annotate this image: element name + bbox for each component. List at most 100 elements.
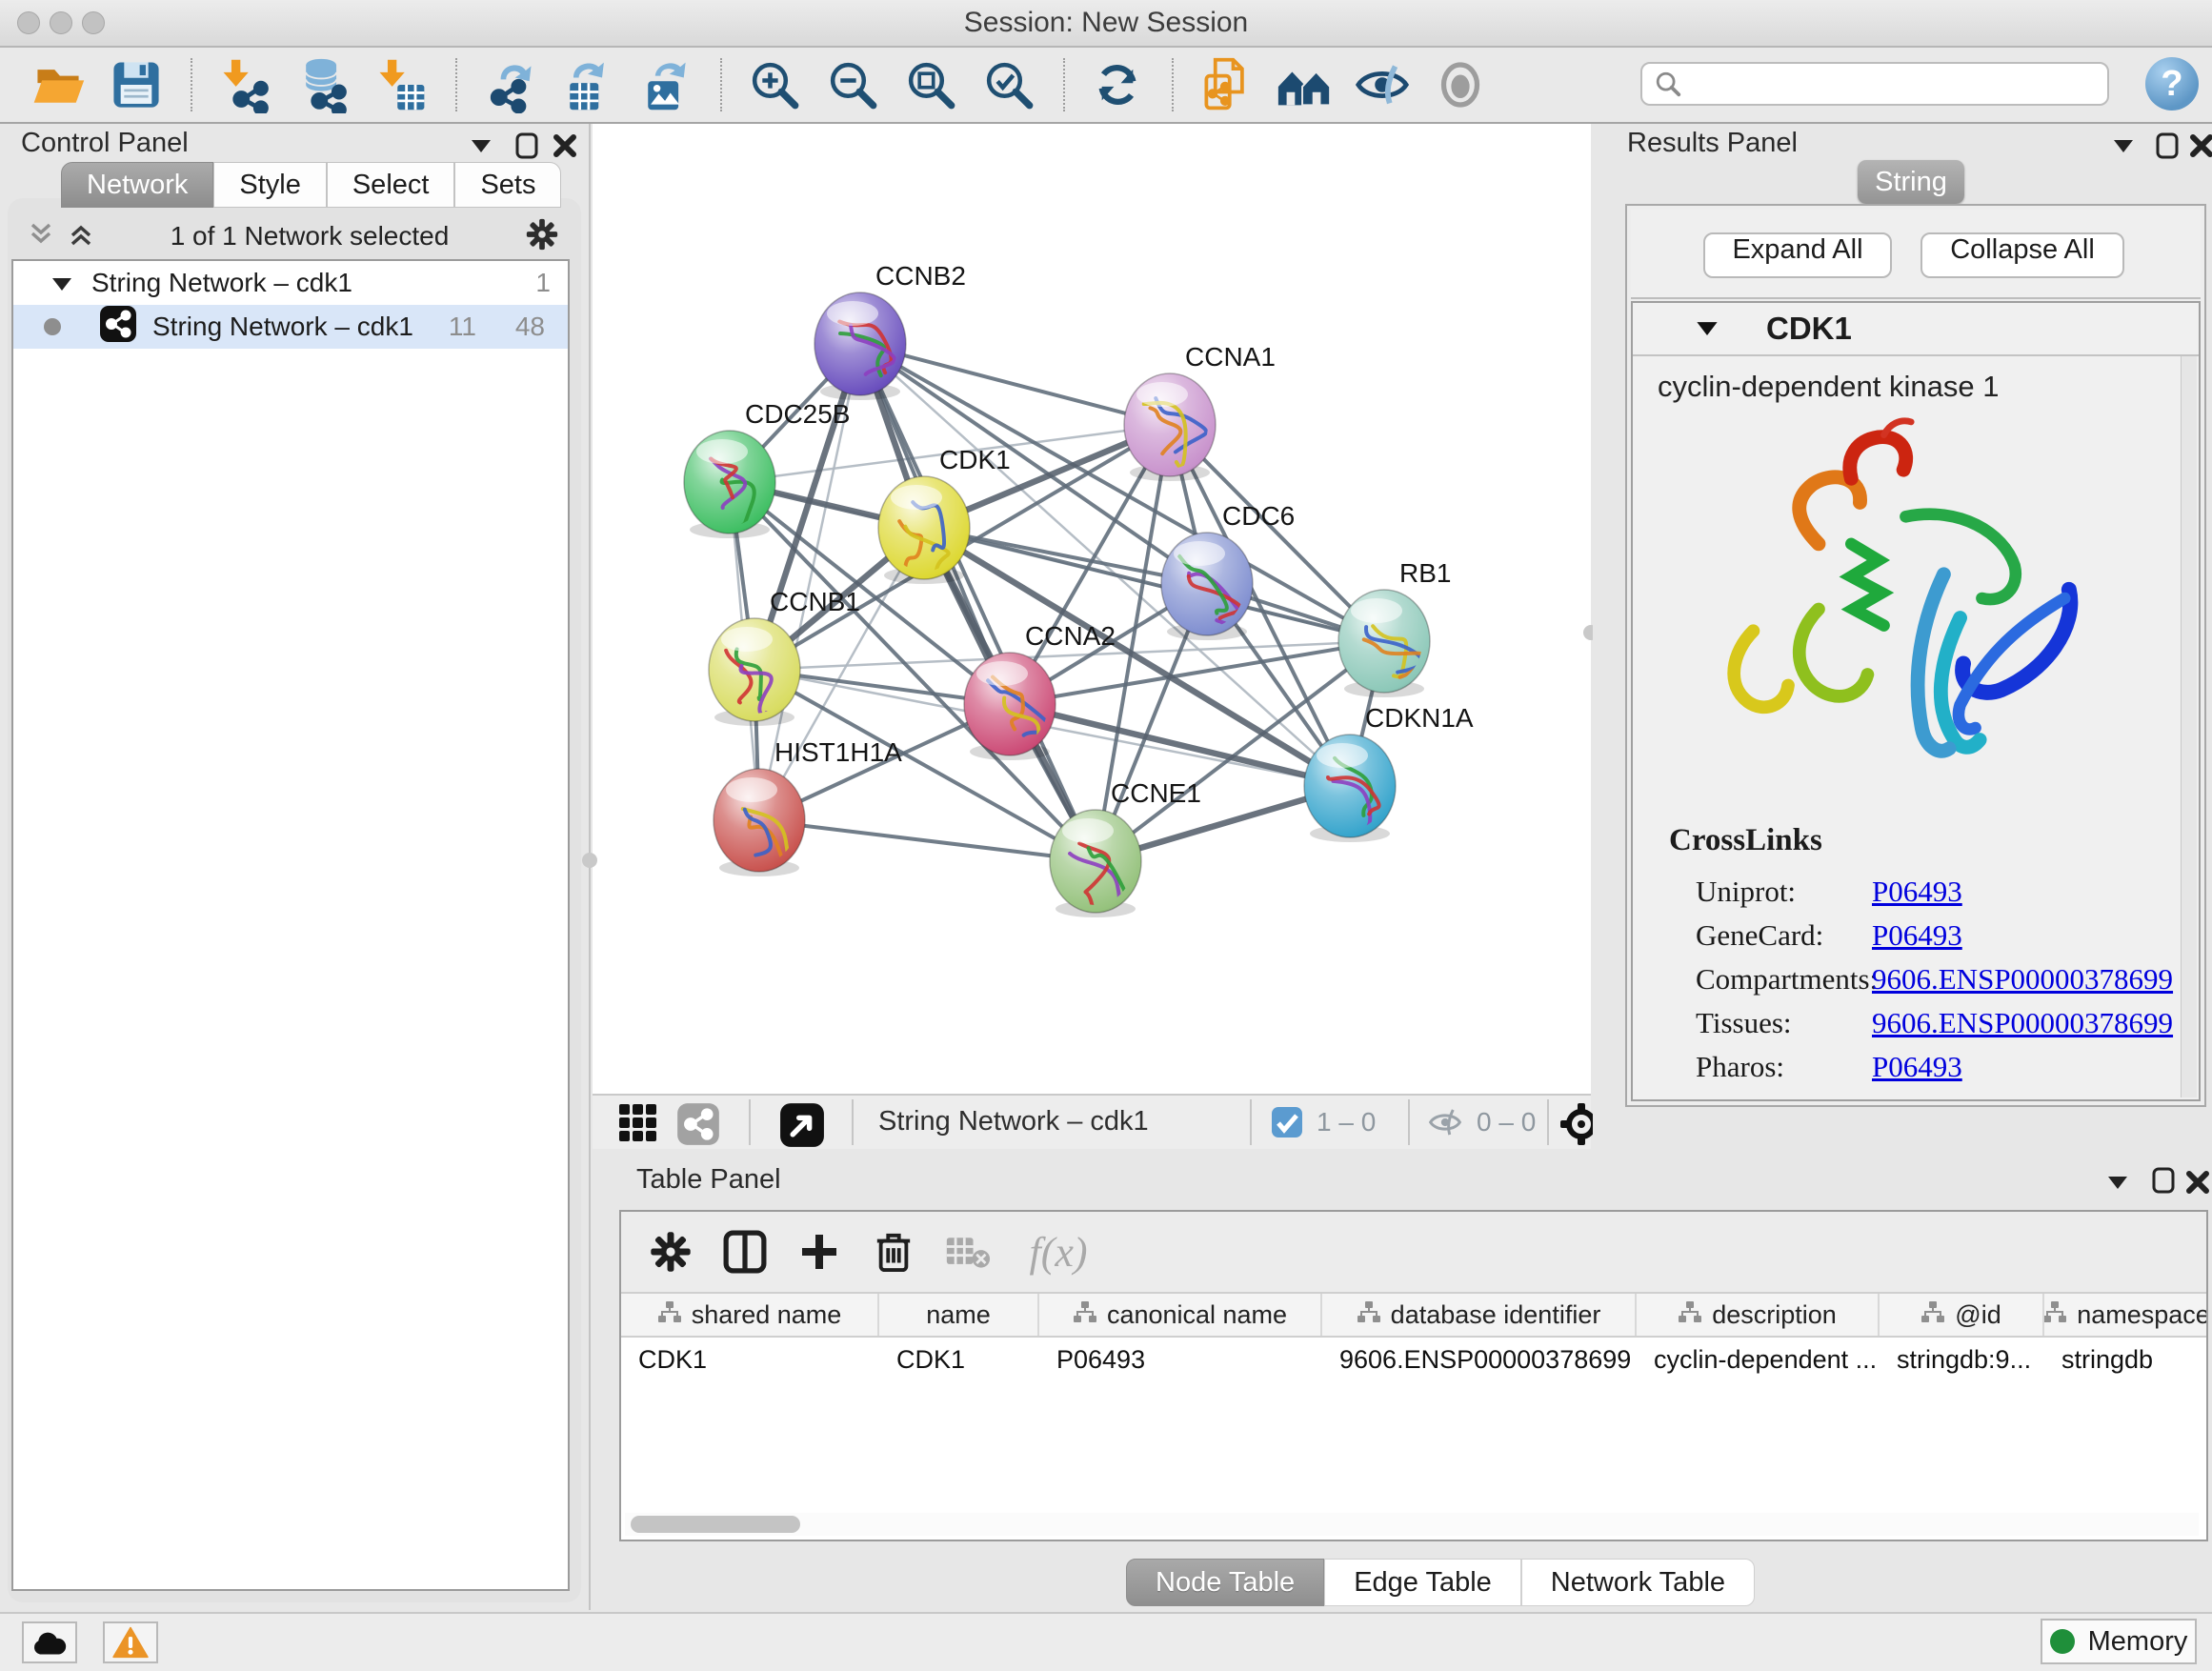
export-image-button[interactable] (636, 55, 695, 114)
control-panel-menu-icon[interactable] (465, 130, 497, 162)
table-panel-float-icon[interactable] (2147, 1164, 2180, 1197)
zoom-in-button[interactable] (745, 55, 804, 114)
tab-sets[interactable]: Sets (454, 162, 561, 208)
network-collection-row[interactable]: String Network – cdk1 1 (13, 261, 568, 305)
table-cell[interactable]: stringdb:9... (1880, 1338, 2044, 1381)
results-panel-close-icon[interactable] (2185, 130, 2212, 162)
tab-select[interactable]: Select (327, 162, 455, 208)
export-table-button[interactable] (558, 55, 617, 114)
network-options-gear-icon[interactable] (524, 216, 560, 257)
clone-network-button[interactable] (1196, 55, 1256, 114)
table-row[interactable]: CDK1CDK1P064939606.ENSP00000378699cyclin… (621, 1338, 2206, 1381)
protein-card-header[interactable]: CDK1 (1633, 303, 2199, 356)
network-edge[interactable] (759, 820, 1096, 861)
table-cell[interactable]: cyclin-dependent ... (1637, 1338, 1880, 1381)
zoom-selected-button[interactable] (979, 55, 1038, 114)
save-session-button[interactable] (107, 55, 166, 114)
column-header-shared-name[interactable]: shared name (621, 1294, 879, 1336)
network-canvas[interactable]: CCNB2CCNA1CDC25BCDK1CDC6RB1CCNB1CCNA2CDK… (593, 124, 1591, 1094)
tab-network-table[interactable]: Network Table (1521, 1559, 1755, 1606)
tab-style[interactable]: Style (213, 162, 326, 208)
column-header-database-identifier[interactable]: database identifier (1322, 1294, 1637, 1336)
network-edge[interactable] (924, 528, 1384, 641)
column-header-description[interactable]: description (1637, 1294, 1880, 1336)
show-all-button[interactable] (1275, 55, 1334, 114)
expand-all-networks-icon[interactable] (67, 220, 95, 253)
network-node-CCNA1[interactable]: CCNA1 (1124, 342, 1276, 481)
column-header-name[interactable]: name (879, 1294, 1039, 1336)
network-edge[interactable] (860, 344, 1096, 861)
network-node-CDK1[interactable]: CDK1 (878, 445, 1011, 584)
birdseye-grid-icon[interactable] (617, 1102, 659, 1149)
add-column-button[interactable] (793, 1225, 846, 1278)
network-node-RB1[interactable]: RB1 (1338, 558, 1451, 697)
left-splitter-handle[interactable] (582, 853, 597, 868)
search-input[interactable] (1682, 69, 2086, 100)
hidden-eye-icon[interactable] (1427, 1107, 1463, 1142)
table-panel-menu-icon[interactable] (2101, 1166, 2134, 1198)
table-hscrollbar-thumb[interactable] (631, 1516, 800, 1533)
tab-network[interactable]: Network (61, 162, 213, 208)
collapse-all-button[interactable]: Collapse All (1920, 232, 2124, 278)
import-network-file-button[interactable] (215, 55, 274, 114)
help-button[interactable]: ? (2145, 57, 2199, 111)
expand-all-button[interactable]: Expand All (1703, 232, 1892, 278)
results-panel-menu-icon[interactable] (2107, 130, 2140, 162)
refresh-layout-button[interactable] (1088, 55, 1147, 114)
string-panel-toggle-icon[interactable] (676, 1102, 720, 1151)
cloud-status-button[interactable] (22, 1621, 77, 1663)
network-node-CCNE1[interactable]: CCNE1 (1050, 778, 1201, 917)
table-panel-close-icon[interactable] (2182, 1166, 2212, 1198)
network-node-CDKN1A[interactable]: CDKN1A (1304, 703, 1474, 842)
zoom-out-button[interactable] (823, 55, 882, 114)
protein-collapse-icon[interactable] (1696, 320, 1719, 341)
memory-button[interactable]: Memory (2041, 1619, 2197, 1664)
control-panel-close-icon[interactable] (549, 130, 581, 162)
zoom-fit-button[interactable] (901, 55, 960, 114)
import-table-button[interactable] (372, 55, 431, 114)
network-node-CDC6[interactable]: CDC6 (1161, 501, 1295, 640)
crosslink-link[interactable]: P06493 (1872, 918, 1962, 953)
table-cell[interactable]: P06493 (1039, 1338, 1322, 1381)
results-tab-string[interactable]: String (1858, 160, 1964, 204)
network-node-CCNB2[interactable]: CCNB2 (814, 261, 966, 400)
table-cell[interactable]: 9606.ENSP00000378699 (1322, 1338, 1637, 1381)
control-panel-float-icon[interactable] (511, 130, 543, 162)
show-columns-button[interactable] (718, 1225, 772, 1278)
tab-edge-table[interactable]: Edge Table (1324, 1559, 1521, 1606)
warnings-button[interactable] (103, 1621, 158, 1663)
collection-expand-icon[interactable] (51, 268, 72, 298)
network-graph[interactable]: CCNB2CCNA1CDC25BCDK1CDC6RB1CCNB1CCNA2CDK… (593, 124, 1591, 1094)
node-label: CCNA2 (1025, 621, 1116, 651)
crosslink-link[interactable]: 9606.ENSP00000378699 (1872, 962, 2173, 997)
table-cell[interactable]: CDK1 (621, 1338, 879, 1381)
column-header--id[interactable]: @id (1880, 1294, 2044, 1336)
delete-column-button[interactable] (867, 1225, 920, 1278)
column-header-canonical-name[interactable]: canonical name (1039, 1294, 1322, 1336)
import-network-database-button[interactable] (293, 55, 352, 114)
table-settings-button[interactable] (644, 1225, 697, 1278)
export-network-button[interactable] (480, 55, 539, 114)
results-scrollbar[interactable] (2181, 356, 2197, 1097)
network-node-CCNB1[interactable]: CCNB1 (709, 587, 860, 726)
delete-table-button[interactable] (941, 1225, 995, 1278)
open-in-window-icon[interactable] (779, 1102, 825, 1153)
table-cell[interactable]: CDK1 (879, 1338, 1039, 1381)
collapse-all-networks-icon[interactable] (27, 220, 55, 253)
hide-selected-button[interactable] (1353, 55, 1412, 114)
network-row[interactable]: String Network – cdk1 11 48 (13, 305, 568, 349)
crosslink-link[interactable]: P06493 (1872, 875, 1962, 909)
table-cell[interactable]: stringdb (2044, 1338, 2206, 1381)
network-node-HIST1H1A[interactable]: HIST1H1A (714, 737, 902, 876)
crosslink-link[interactable]: 9606.ENSP00000378699 (1872, 1006, 2173, 1040)
open-session-button[interactable] (29, 55, 88, 114)
column-header-namespace[interactable]: namespace (2044, 1294, 2206, 1336)
tab-node-table[interactable]: Node Table (1126, 1559, 1324, 1606)
show-hidden-button[interactable] (1431, 55, 1490, 114)
results-panel-float-icon[interactable] (2151, 130, 2183, 162)
selected-checkbox-icon[interactable] (1271, 1106, 1303, 1143)
function-builder-button[interactable]: f(x) (1016, 1225, 1101, 1278)
table-hscrollbar[interactable] (625, 1513, 2199, 1536)
crosslink-link[interactable]: P06493 (1872, 1050, 1962, 1084)
search-field[interactable] (1640, 62, 2109, 106)
